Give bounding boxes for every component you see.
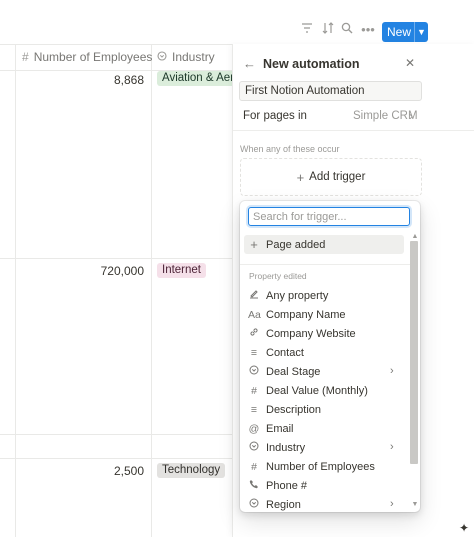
trigger-item-email[interactable]: @ Email [240,419,404,438]
plus-icon: + [296,169,305,185]
chevron-down-icon[interactable]: ▼ [415,27,428,37]
trigger-item-label: Contact [266,346,304,359]
hash-icon: # [22,50,29,64]
trigger-item-label: Deal Stage [266,365,321,378]
new-button[interactable]: New ▼ [382,22,428,42]
trigger-item-label: Company Name [266,308,346,321]
section-label: Property edited [249,271,307,281]
select-icon [248,365,260,378]
database-table: # Number of Employees Industry 8,868 Avi… [0,44,237,537]
industry-tag[interactable]: Internet [157,263,206,278]
trigger-item-label: Email [266,422,294,435]
for-pages-value[interactable]: Simple CRM [353,110,418,122]
trigger-item-label: Region [266,498,301,511]
sparkle-icon[interactable]: ✦ [459,521,474,537]
trigger-item-label: Company Website [266,327,356,340]
trigger-section-label: When any of these occur [240,144,340,154]
column-divider [151,44,152,537]
industry-tag[interactable]: Aviation & Aerospace [157,71,237,86]
for-pages-label: For pages in [243,110,307,122]
trigger-item-company-name[interactable]: Aa Company Name [240,305,404,324]
table-border [0,434,234,435]
chevron-right-icon: › [390,498,394,510]
search-icon[interactable] [339,22,355,38]
trigger-item-region[interactable]: Region › [240,495,404,512]
panel-title: New automation [263,57,360,71]
chevron-right-icon: › [390,365,394,377]
trigger-item-company-website[interactable]: Company Website [240,324,404,343]
back-arrow-icon[interactable]: ← [243,56,256,71]
column-header-employees[interactable]: # Number of Employees [22,44,153,70]
new-button-label: New [386,25,411,39]
database-toolbar: ••• New ▼ [0,0,474,44]
lines-icon: ≡ [250,346,258,359]
trigger-item-deal-stage[interactable]: Deal Stage › [240,362,404,381]
add-trigger-button[interactable]: + Add trigger [240,158,422,196]
trigger-item-any-property[interactable]: Any property [240,286,404,305]
link-icon [248,327,260,340]
trigger-item-industry[interactable]: Industry › [240,438,404,457]
filter-icon[interactable] [299,22,315,38]
select-icon [157,50,167,64]
trigger-item-contact[interactable]: ≡ Contact [240,343,404,362]
trigger-item-label: Any property [266,289,329,302]
column-header-label: Industry [172,50,215,64]
column-header-industry[interactable]: Industry [157,44,234,70]
add-trigger-label: Add trigger [309,171,366,183]
at-icon: @ [248,422,260,435]
trigger-item-description[interactable]: ≡ Description [240,400,404,419]
phone-icon [248,479,260,492]
lines-icon: ≡ [250,403,258,416]
trigger-item-deal-value[interactable]: # Deal Value (Monthly) [240,381,404,400]
hash-icon: # [251,460,257,473]
trigger-item-number-of-employees[interactable]: # Number of Employees [240,457,404,476]
employees-cell[interactable]: 2,500 [4,464,144,478]
trigger-item-label: Page added [266,238,326,251]
trigger-search-input[interactable] [248,207,410,226]
chevron-right-icon: › [390,441,394,453]
trigger-item-phone[interactable]: Phone # [240,476,404,495]
employees-cell[interactable]: 8,868 [4,73,144,87]
plus-icon: + [250,237,258,252]
trigger-item-label: Phone # [266,479,307,492]
trigger-item-label: Number of Employees [266,460,375,473]
trigger-item-label: Deal Value (Monthly) [266,384,368,397]
table-border [0,458,234,459]
close-icon[interactable]: ✕ [405,56,415,70]
trigger-dropdown: + Page added Property edited Any propert… [240,201,420,512]
sort-icon[interactable] [320,22,336,38]
select-icon [248,498,260,511]
trigger-item-page-added[interactable]: + Page added [244,235,404,254]
industry-tag[interactable]: Technology [157,463,226,478]
scroll-down-arrow-icon[interactable]: ▼ [410,500,420,509]
panel-divider [233,130,474,131]
scroll-up-arrow-icon[interactable]: ▲ [410,232,420,241]
more-icon[interactable]: ••• [360,22,376,38]
hash-icon: # [251,384,257,397]
trigger-item-label: Description [266,403,322,416]
select-icon [248,441,260,454]
column-header-label: Number of Employees [33,50,153,64]
automation-name-input[interactable] [239,81,422,101]
text-icon: Aa [248,308,261,321]
edit-icon [248,289,260,302]
trigger-list: + Page added Property edited Any propert… [240,231,410,512]
table-border [0,258,234,259]
chevron-right-icon[interactable]: › [409,109,413,123]
employees-cell[interactable]: 720,000 [4,264,144,278]
scrollbar-thumb[interactable] [410,241,418,464]
trigger-item-label: Industry [266,441,306,454]
list-divider [240,264,410,265]
